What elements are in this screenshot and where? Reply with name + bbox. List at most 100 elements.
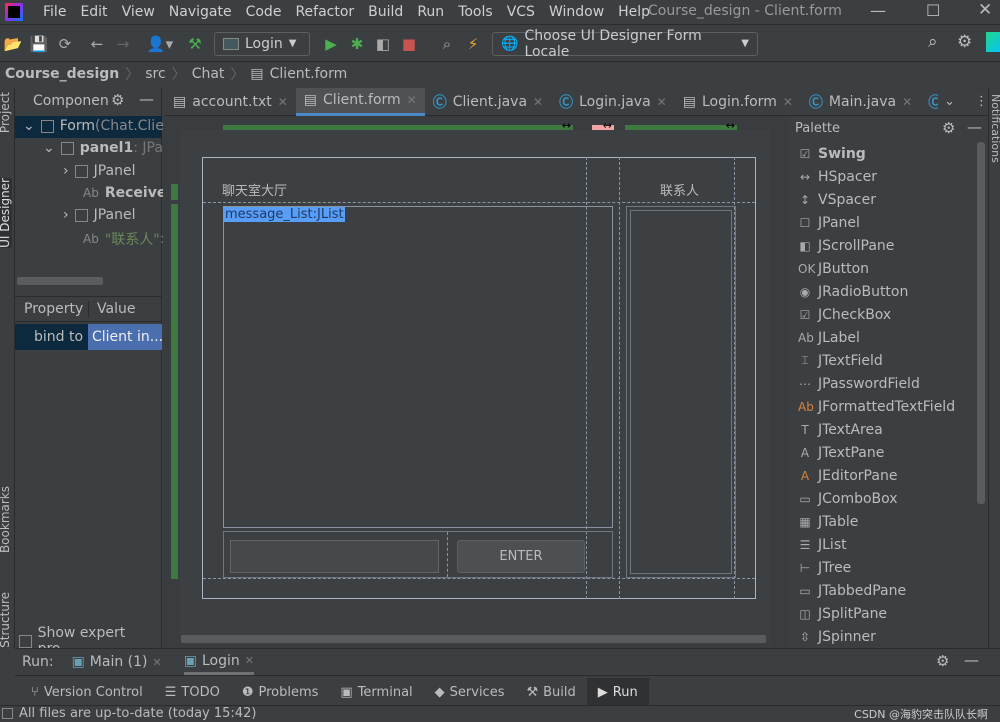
terminal-button[interactable]: ▣ Terminal <box>329 678 423 706</box>
tab-main-java[interactable]: Ⓒ Main.java ✕ <box>801 88 920 116</box>
close-tab-icon[interactable]: ✕ <box>783 95 793 109</box>
menu-tools[interactable]: Tools <box>458 4 493 20</box>
run-button[interactable]: ▶ Run <box>586 678 649 706</box>
gear-icon[interactable]: ⚙ <box>942 119 955 137</box>
palette-item-jcheckbox[interactable]: ☑ JCheckBox <box>790 303 976 326</box>
close-window-button[interactable]: ✕ <box>978 0 992 20</box>
contacts-list[interactable] <box>630 210 732 574</box>
message-list[interactable]: message_List:JList <box>223 206 613 528</box>
maximize-button[interactable]: ☐ <box>926 1 940 20</box>
search-structure-icon[interactable]: ⌕ <box>436 35 458 53</box>
bookmarks-tool-button[interactable]: Bookmarks <box>0 486 12 553</box>
menu-code[interactable]: Code <box>246 4 282 20</box>
close-tab-icon[interactable]: ✕ <box>657 95 667 109</box>
palette-item-jtextfield[interactable]: ⌶ JTextField <box>790 349 976 372</box>
menu-run[interactable]: Run <box>417 4 444 20</box>
contacts-label[interactable]: 联系人 <box>660 180 699 199</box>
palette-item-jtable[interactable]: ▦ JTable <box>790 510 976 533</box>
save-icon[interactable]: 💾 <box>28 35 50 53</box>
palette-item-vspacer[interactable]: ↕ VSpacer <box>790 188 976 211</box>
back-icon[interactable]: ← <box>86 35 108 53</box>
open-folder-icon[interactable]: 📂 <box>2 35 24 53</box>
menu-view[interactable]: View <box>122 4 155 20</box>
menu-vcs[interactable]: VCS <box>507 4 535 20</box>
run-config-select[interactable]: Login ▼ <box>214 31 310 56</box>
panel1[interactable]: 聊天室大厅 联系人 message_List:JList ENTER <box>202 157 756 599</box>
palette-item-jcombobox[interactable]: ▭ JComboBox <box>790 487 976 510</box>
run-tab-main[interactable]: ▣ Main (1) ✕ <box>72 654 162 670</box>
project-tool-button[interactable]: Project <box>0 92 12 133</box>
palette-item-jscrollpane[interactable]: ◧ JScrollPane <box>790 234 976 257</box>
gear-icon[interactable]: ⚙ <box>957 32 972 52</box>
palette-item-jspinner[interactable]: ⇳ JSpinner <box>790 625 976 648</box>
palette-group-swing[interactable]: ☑ Swing <box>790 142 976 165</box>
palette-item-jlist[interactable]: ☰ JList <box>790 533 976 556</box>
menu-file[interactable]: File <box>43 4 66 20</box>
build-hammer-icon[interactable]: ⚒ <box>184 35 206 53</box>
palette-item-jbutton[interactable]: OK JButton <box>790 257 976 280</box>
tree-item-panel1[interactable]: ⌄ panel1 : JPa <box>43 140 163 156</box>
close-tab-icon[interactable]: ✕ <box>902 95 912 109</box>
tab-s[interactable]: Ⓒ <box>920 88 938 116</box>
breadcrumb-file[interactable]: Client.form <box>270 66 348 82</box>
gear-icon[interactable]: ⚙ <box>936 652 949 670</box>
more-icon[interactable]: ⋮ <box>975 94 988 109</box>
search-icon[interactable]: ⌕ <box>928 32 938 52</box>
palette-item-jtabbedpane[interactable]: ▭ JTabbedPane <box>790 579 976 602</box>
tree-item-contacts-label[interactable]: Ab"联系人" : <box>83 229 164 249</box>
tree-item-jpanel[interactable]: › JPanel <box>63 163 136 179</box>
stop-icon[interactable]: ■ <box>398 35 420 53</box>
row-resize-handle[interactable] <box>171 204 178 579</box>
chat-hall-label[interactable]: 聊天室大厅 <box>222 180 287 199</box>
minimize-panel-icon[interactable]: — <box>139 90 154 108</box>
user-icon[interactable]: 👤▾ <box>144 35 176 53</box>
menu-refactor[interactable]: Refactor <box>295 4 354 20</box>
vertical-scrollbar[interactable] <box>977 142 985 504</box>
ui-designer-tool-button[interactable]: UI Designer <box>0 178 12 248</box>
close-tab-icon[interactable]: ✕ <box>407 93 417 107</box>
tree-item-receiver[interactable]: Ab Receiver <box>83 185 173 201</box>
tabs-dropdown-icon[interactable]: ⌄ <box>944 94 955 109</box>
close-tab-icon[interactable]: ✕ <box>533 95 543 109</box>
horizontal-scrollbar[interactable] <box>181 635 766 643</box>
message-input[interactable] <box>230 540 439 573</box>
palette-item-jtree[interactable]: ⊢ JTree <box>790 556 976 579</box>
breadcrumb-src[interactable]: src <box>145 66 165 82</box>
tab-client-java[interactable]: Ⓒ Client.java ✕ <box>425 88 551 116</box>
palette-item-jlabel[interactable]: Ab JLabel <box>790 326 976 349</box>
menu-edit[interactable]: Edit <box>80 4 107 20</box>
todo-button[interactable]: ☰ TODO <box>154 678 231 706</box>
run-icon[interactable]: ▶ <box>320 35 342 53</box>
minimize-panel-icon[interactable]: — <box>964 651 979 669</box>
power-save-icon[interactable]: ⚡ <box>462 35 484 53</box>
breadcrumb-chat[interactable]: Chat <box>192 66 225 82</box>
tab-client-form[interactable]: ▤ Client.form ✕ <box>295 87 425 116</box>
enter-button[interactable]: ENTER <box>457 540 585 573</box>
build-button[interactable]: ⚒ Build <box>515 678 586 706</box>
tab-login-form[interactable]: ▤ Login.form ✕ <box>675 88 801 116</box>
palette-item-jtextpane[interactable]: A JTextPane <box>790 441 976 464</box>
minimize-button[interactable]: — <box>870 1 886 20</box>
property-row[interactable]: bind to c Client in... <box>15 324 162 350</box>
tab-login-java[interactable]: Ⓒ Login.java ✕ <box>551 88 675 116</box>
close-tab-icon[interactable]: ✕ <box>278 95 288 109</box>
coverage-icon[interactable]: ◧ <box>372 35 394 53</box>
palette-item-jsplitpane[interactable]: ◫ JSplitPane <box>790 602 976 625</box>
breadcrumb-project[interactable]: Course_design <box>5 66 119 82</box>
close-tab-icon[interactable]: ✕ <box>153 656 162 669</box>
tree-item-jpanel[interactable]: › JPanel <box>63 207 136 223</box>
palette-item-jtextarea[interactable]: T JTextArea <box>790 418 976 441</box>
palette-item-jformattedtextfield[interactable]: Ab JFormattedTextField <box>790 395 976 418</box>
palette-item-jradiobutton[interactable]: ◉ JRadioButton <box>790 280 976 303</box>
services-button[interactable]: ◆ Services <box>424 678 516 706</box>
palette-item-hspacer[interactable]: ↔ HSpacer <box>790 165 976 188</box>
tree-item-form[interactable]: ⌄ Form (Chat.Clie <box>23 118 164 134</box>
minimize-panel-icon[interactable]: — <box>967 118 982 136</box>
sync-icon[interactable]: ⟳ <box>54 35 76 53</box>
menu-build[interactable]: Build <box>368 4 403 20</box>
notifications-tool-button[interactable]: Notifications <box>989 94 1000 163</box>
locale-select[interactable]: 🌐 Choose UI Designer Form Locale ▼ <box>492 28 758 60</box>
horizontal-scrollbar[interactable] <box>17 277 103 285</box>
problems-button[interactable]: ❶ Problems <box>231 678 330 706</box>
status-icon[interactable] <box>2 707 13 719</box>
